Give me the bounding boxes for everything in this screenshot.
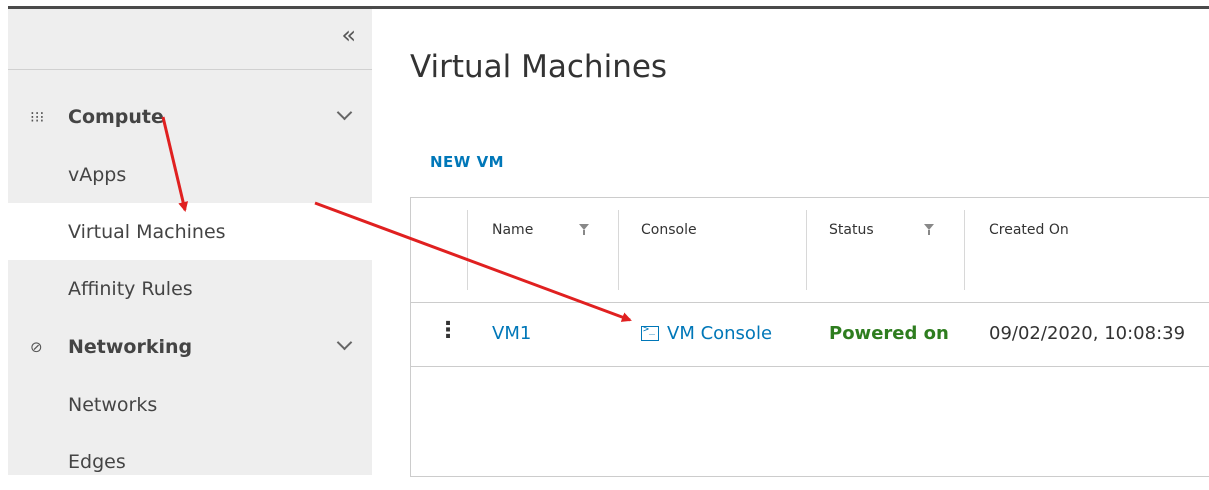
- vm-datagrid: Name Console Status Created On ⋮ VM1 VM …: [410, 197, 1209, 477]
- column-header-status[interactable]: Status: [829, 222, 874, 238]
- sidebar-item-label: Edges: [68, 450, 126, 473]
- network-globe-icon: ⊘: [30, 338, 43, 356]
- console-icon: [641, 324, 659, 341]
- sidebar-item-vapps[interactable]: vApps: [8, 146, 372, 203]
- double-chevron-left-icon[interactable]: «: [341, 23, 356, 47]
- page-title: Virtual Machines: [410, 49, 668, 85]
- created-on-value: 09/02/2020, 10:08:39: [989, 323, 1186, 344]
- grid-dots-icon: ⁝⁝⁝: [30, 108, 45, 126]
- chevron-down-icon: [336, 104, 353, 121]
- datagrid-header: Name Console Status Created On: [411, 198, 1209, 303]
- sidebar: « ⁝⁝⁝ Compute vApps Virtual Machines Aff…: [8, 9, 372, 475]
- column-header-created-on[interactable]: Created On: [989, 222, 1069, 238]
- sidebar-item-affinity-rules[interactable]: Affinity Rules: [8, 260, 372, 317]
- vm-console-label: VM Console: [667, 323, 773, 344]
- sidebar-header: «: [8, 9, 372, 70]
- sidebar-group-compute[interactable]: ⁝⁝⁝ Compute: [8, 89, 372, 145]
- status-badge: Powered on: [829, 323, 949, 344]
- sidebar-item-label: Affinity Rules: [68, 277, 193, 300]
- column-separator: [467, 210, 468, 290]
- sidebar-group-networking[interactable]: ⊘ Networking: [8, 319, 372, 375]
- top-border: [0, 0, 1209, 9]
- column-header-name[interactable]: Name: [492, 222, 533, 238]
- sidebar-group-label: Compute: [68, 106, 164, 128]
- kebab-menu-icon[interactable]: ⋮: [437, 320, 459, 342]
- filter-icon[interactable]: [924, 224, 934, 235]
- sidebar-item-virtual-machines[interactable]: Virtual Machines: [8, 203, 372, 260]
- sidebar-item-label: Virtual Machines: [68, 220, 226, 243]
- column-separator: [964, 210, 965, 290]
- main-content: Virtual Machines NEW VM Name Console Sta…: [372, 9, 1209, 477]
- vm-name-link[interactable]: VM1: [492, 323, 531, 344]
- new-vm-button[interactable]: NEW VM: [430, 153, 504, 171]
- table-row: ⋮ VM1 VM Console Powered on 09/02/2020, …: [411, 302, 1209, 367]
- sidebar-item-label: Networks: [68, 393, 158, 416]
- filter-icon[interactable]: [579, 224, 589, 235]
- sidebar-item-networks[interactable]: Networks: [8, 376, 372, 433]
- chevron-down-icon: [336, 334, 353, 351]
- vm-console-link[interactable]: VM Console: [641, 323, 772, 344]
- sidebar-item-label: vApps: [68, 163, 127, 186]
- column-separator: [806, 210, 807, 290]
- sidebar-item-edges[interactable]: Edges: [8, 433, 372, 490]
- column-separator: [618, 210, 619, 290]
- sidebar-group-label: Networking: [68, 336, 193, 358]
- column-header-console[interactable]: Console: [641, 222, 697, 238]
